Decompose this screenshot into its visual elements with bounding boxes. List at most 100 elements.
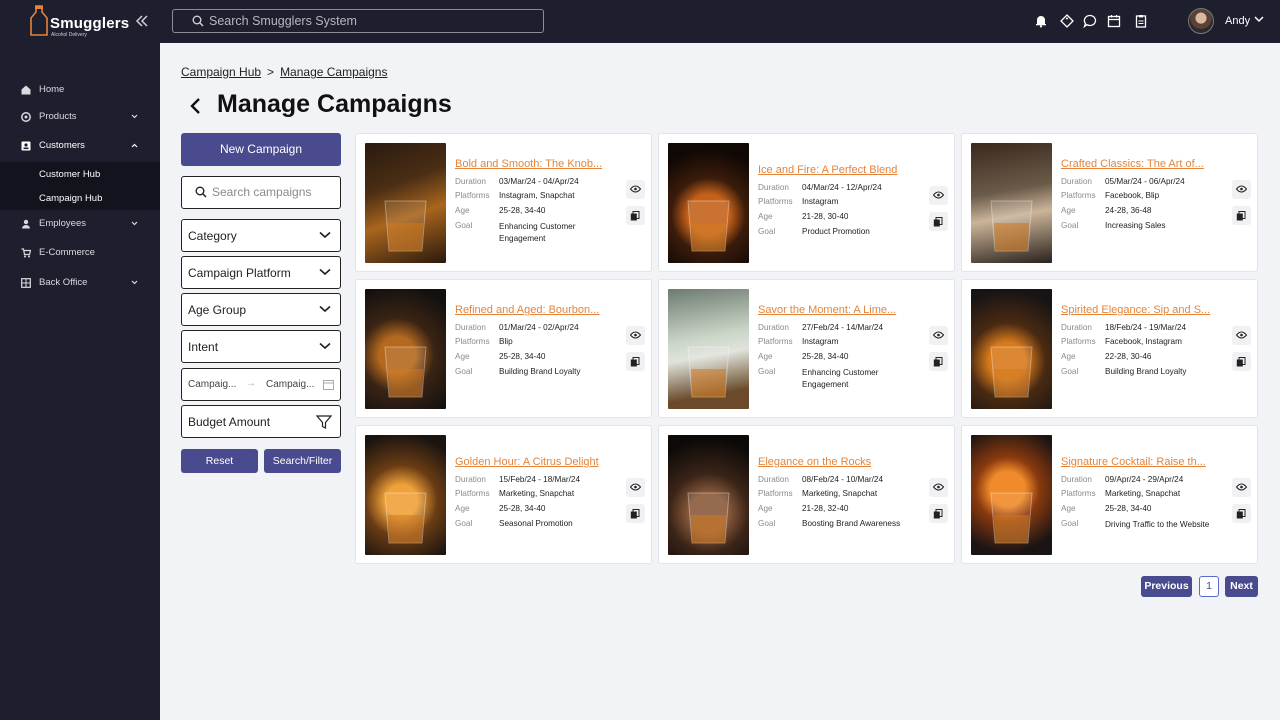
global-search-input[interactable] [209, 13, 529, 29]
sidebar-item-customers[interactable]: Customers [0, 136, 160, 158]
glass-image-icon [384, 346, 427, 398]
sidebar-item-ecommerce[interactable]: E-Commerce [0, 243, 160, 265]
campaign-card[interactable]: Savor the Moment: A Lime... Duration 27/F… [658, 279, 955, 418]
date-start-input[interactable]: Campaig... [188, 379, 236, 390]
sidebar-item-home[interactable]: Home [0, 80, 160, 102]
logo[interactable]: Smugglers Alcohol Delivery [28, 5, 148, 39]
campaign-title-link[interactable]: Bold and Smooth: The Knob... [455, 158, 602, 170]
clipboard-icon[interactable] [1134, 14, 1148, 28]
campaign-image[interactable] [668, 289, 749, 409]
campaign-card[interactable]: Golden Hour: A Citrus Delight Duration 15… [355, 425, 652, 564]
campaign-card[interactable]: Ice and Fire: A Perfect Blend Duration 04… [658, 133, 955, 272]
campaign-title-link[interactable]: Refined and Aged: Bourbon... [455, 304, 599, 316]
campaign-card[interactable]: Signature Cocktail: Raise th... Duration… [961, 425, 1258, 564]
chevron-down-icon [131, 221, 138, 226]
duplicate-button[interactable] [1232, 352, 1251, 371]
campaign-image[interactable] [971, 289, 1052, 409]
breadcrumb-campaign-hub[interactable]: Campaign Hub [181, 65, 261, 79]
campaign-title-link[interactable]: Signature Cocktail: Raise th... [1061, 456, 1206, 468]
duplicate-button[interactable] [929, 504, 948, 523]
date-end-input[interactable]: Campaig... [266, 379, 314, 390]
breadcrumb-manage-campaigns[interactable]: Manage Campaigns [280, 65, 387, 79]
search-campaigns-input[interactable] [212, 185, 332, 199]
view-button[interactable] [626, 326, 645, 345]
user-name[interactable]: Andy [1225, 15, 1250, 27]
age-group-select[interactable]: Age Group [181, 293, 341, 326]
page-number-button[interactable]: 1 [1199, 576, 1219, 597]
platforms-row: Platforms Instagram, Snapchat [455, 191, 575, 200]
view-button[interactable] [626, 478, 645, 497]
category-select[interactable]: Category [181, 219, 341, 252]
reset-button[interactable]: Reset [181, 449, 258, 473]
budget-amount-filter[interactable]: Budget Amount [181, 405, 341, 438]
campaign-title-link[interactable]: Golden Hour: A Citrus Delight [455, 456, 599, 468]
collapse-sidebar-icon[interactable] [134, 13, 150, 29]
duplicate-button[interactable] [929, 212, 948, 231]
view-button[interactable] [1232, 180, 1251, 199]
chat-icon[interactable] [1083, 14, 1097, 28]
sidebar-item-label: E-Commerce [39, 247, 95, 258]
view-button[interactable] [1232, 326, 1251, 345]
view-button[interactable] [1232, 478, 1251, 497]
campaign-title-link[interactable]: Elegance on the Rocks [758, 456, 871, 468]
copy-icon [933, 509, 943, 519]
campaign-image[interactable] [365, 143, 446, 263]
user-avatar[interactable] [1188, 8, 1214, 34]
chevron-down-icon [319, 342, 331, 350]
chevron-down-icon [131, 280, 138, 285]
campaign-card[interactable]: Bold and Smooth: The Knob... Duration 03/… [355, 133, 652, 272]
sidebar-item-campaign-hub[interactable]: Campaign Hub [39, 193, 102, 204]
duplicate-button[interactable] [626, 352, 645, 371]
view-button[interactable] [929, 186, 948, 205]
tag-icon[interactable] [1060, 14, 1074, 28]
sidebar-item-products[interactable]: Products [0, 107, 160, 129]
sidebar-item-label: Back Office [39, 277, 88, 288]
chevron-down-icon[interactable] [1254, 16, 1264, 23]
eye-icon [933, 191, 944, 199]
campaign-card[interactable]: Crafted Classics: The Art of... Duration… [961, 133, 1258, 272]
sidebar-item-customer-hub[interactable]: Customer Hub [39, 169, 100, 180]
campaign-card[interactable]: Refined and Aged: Bourbon... Duration 01/… [355, 279, 652, 418]
campaign-title-link[interactable]: Ice and Fire: A Perfect Blend [758, 164, 897, 176]
duplicate-button[interactable] [1232, 206, 1251, 225]
goal-row: Goal Building Brand Loyalty [455, 367, 581, 376]
global-search[interactable] [172, 9, 544, 33]
campaign-title-link[interactable]: Crafted Classics: The Art of... [1061, 158, 1204, 170]
campaign-image[interactable] [971, 143, 1052, 263]
view-button[interactable] [929, 478, 948, 497]
duplicate-button[interactable] [929, 352, 948, 371]
search-campaigns[interactable] [181, 176, 341, 209]
duplicate-button[interactable] [1232, 504, 1251, 523]
sidebar-item-back-office[interactable]: Back Office [0, 273, 160, 295]
filter-funnel-icon[interactable] [316, 414, 332, 430]
new-campaign-button[interactable]: New Campaign [181, 133, 341, 166]
campaign-platform-select[interactable]: Campaign Platform [181, 256, 341, 289]
campaign-image[interactable] [668, 435, 749, 555]
intent-select[interactable]: Intent [181, 330, 341, 363]
next-page-button[interactable]: Next [1225, 576, 1258, 597]
calendar-icon[interactable] [1107, 14, 1121, 28]
search-icon [192, 15, 204, 27]
campaign-image[interactable] [365, 435, 446, 555]
duplicate-button[interactable] [626, 504, 645, 523]
campaign-card[interactable]: Elegance on the Rocks Duration 08/Feb/24 … [658, 425, 955, 564]
duplicate-button[interactable] [626, 206, 645, 225]
view-button[interactable] [929, 326, 948, 345]
bell-icon[interactable] [1034, 14, 1048, 28]
campaign-image[interactable] [668, 143, 749, 263]
search-filter-button[interactable]: Search/Filter [264, 449, 341, 473]
sidebar-item-employees[interactable]: Employees [0, 214, 160, 236]
duration-row: Duration 18/Feb/24 - 19/Mar/24 [1061, 323, 1187, 332]
campaign-date-range[interactable]: Campaig... → Campaig... [181, 368, 341, 401]
previous-page-button[interactable]: Previous [1141, 576, 1192, 597]
view-button[interactable] [626, 180, 645, 199]
age-row: Age 24-28, 36-48 [1061, 206, 1152, 215]
campaign-image[interactable] [365, 289, 446, 409]
goal-row: Goal Product Promotion [758, 227, 870, 236]
campaign-image[interactable] [971, 435, 1052, 555]
campaign-title-link[interactable]: Savor the Moment: A Lime... [758, 304, 896, 316]
campaign-title-link[interactable]: Spirited Elegance: Sip and S... [1061, 304, 1210, 316]
chevron-down-icon [319, 268, 331, 276]
back-arrow-icon[interactable] [188, 97, 204, 115]
campaign-card[interactable]: Spirited Elegance: Sip and S... Duration… [961, 279, 1258, 418]
